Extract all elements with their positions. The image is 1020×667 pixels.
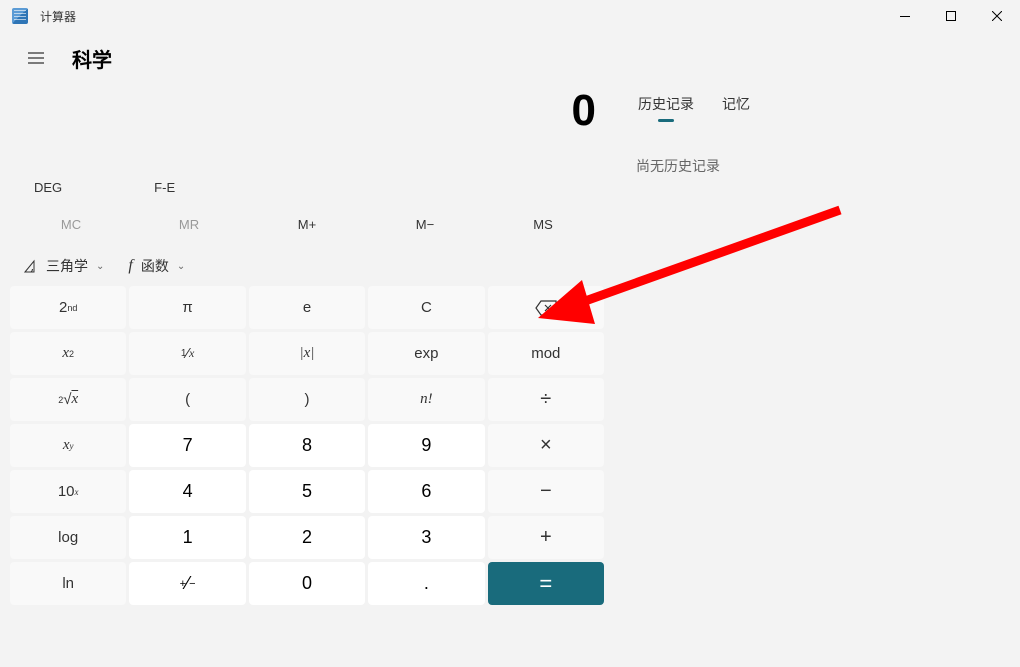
display-result: 0 bbox=[18, 86, 596, 136]
function-dropdown[interactable]: f 函数 ⌄ bbox=[128, 256, 185, 276]
trig-dropdown[interactable]: 三角学 ⌄ bbox=[24, 256, 104, 276]
tab-history[interactable]: 历史记录 bbox=[636, 88, 696, 120]
sidebar-tabs: 历史记录 记忆 bbox=[630, 88, 1004, 120]
key-1[interactable]: 1 bbox=[129, 516, 245, 559]
key-factorial[interactable]: n! bbox=[368, 378, 484, 421]
memory-recall[interactable]: MR bbox=[130, 207, 248, 242]
trig-label: 三角学 bbox=[46, 256, 88, 276]
memory-store[interactable]: MS bbox=[484, 207, 602, 242]
display: 0 bbox=[4, 76, 610, 136]
key-backspace[interactable] bbox=[488, 286, 604, 329]
key-lparen[interactable]: ( bbox=[129, 378, 245, 421]
app-title: 计算器 bbox=[40, 8, 76, 25]
key-6[interactable]: 6 bbox=[368, 470, 484, 513]
titlebar-left: 计算器 bbox=[12, 8, 76, 25]
deg-toggle[interactable]: DEG bbox=[18, 174, 78, 201]
key-second[interactable]: 2nd bbox=[10, 286, 126, 329]
memory-clear[interactable]: MC bbox=[12, 207, 130, 242]
key-7[interactable]: 7 bbox=[129, 424, 245, 467]
key-2[interactable]: 2 bbox=[249, 516, 365, 559]
key-exp[interactable]: exp bbox=[368, 332, 484, 375]
fe-toggle[interactable]: F-E bbox=[138, 174, 191, 201]
key-9[interactable]: 9 bbox=[368, 424, 484, 467]
key-add[interactable]: + bbox=[488, 516, 604, 559]
key-decimal[interactable]: . bbox=[368, 562, 484, 605]
menu-button[interactable] bbox=[16, 40, 56, 76]
key-3[interactable]: 3 bbox=[368, 516, 484, 559]
window-controls bbox=[882, 0, 1020, 32]
toggle-row: DEG F-E bbox=[4, 168, 610, 207]
key-subtract[interactable]: − bbox=[488, 470, 604, 513]
key-rparen[interactable]: ) bbox=[249, 378, 365, 421]
key-log[interactable]: log bbox=[10, 516, 126, 559]
key-xpowy[interactable]: xy bbox=[10, 424, 126, 467]
key-pi[interactable]: π bbox=[129, 286, 245, 329]
function-label: 函数 bbox=[141, 256, 169, 276]
key-mod[interactable]: mod bbox=[488, 332, 604, 375]
key-sqrt[interactable]: 2√x bbox=[10, 378, 126, 421]
function-row: 三角学 ⌄ f 函数 ⌄ bbox=[4, 242, 610, 286]
key-8[interactable]: 8 bbox=[249, 424, 365, 467]
memory-row: MC MR M+ M− MS bbox=[4, 207, 610, 242]
key-ln[interactable]: ln bbox=[10, 562, 126, 605]
key-clear[interactable]: C bbox=[368, 286, 484, 329]
key-tenpowx[interactable]: 10x bbox=[10, 470, 126, 513]
memory-plus[interactable]: M+ bbox=[248, 207, 366, 242]
fx-icon: f bbox=[128, 257, 132, 275]
backspace-icon bbox=[535, 300, 557, 316]
key-abs[interactable]: |x| bbox=[249, 332, 365, 375]
calculator-area: 0 DEG F-E MC MR M+ M− MS 三角学 ⌄ f bbox=[0, 76, 614, 611]
key-multiply[interactable]: × bbox=[488, 424, 604, 467]
key-4[interactable]: 4 bbox=[129, 470, 245, 513]
chevron-down-icon: ⌄ bbox=[177, 261, 185, 272]
mode-title: 科学 bbox=[72, 44, 112, 73]
maximize-button[interactable] bbox=[928, 0, 974, 32]
close-button[interactable] bbox=[974, 0, 1020, 32]
chevron-down-icon: ⌄ bbox=[96, 261, 104, 272]
key-divide[interactable]: ÷ bbox=[488, 378, 604, 421]
key-e[interactable]: e bbox=[249, 286, 365, 329]
titlebar: 计算器 bbox=[0, 0, 1020, 32]
sidebar: 历史记录 记忆 尚无历史记录 bbox=[614, 76, 1020, 611]
tab-memory[interactable]: 记忆 bbox=[720, 88, 752, 120]
key-square[interactable]: x2 bbox=[10, 332, 126, 375]
angle-icon bbox=[24, 259, 38, 273]
key-0[interactable]: 0 bbox=[249, 562, 365, 605]
minimize-button[interactable] bbox=[882, 0, 928, 32]
header-row: 科学 bbox=[0, 32, 1020, 76]
key-equals[interactable]: = bbox=[488, 562, 604, 605]
key-reciprocal[interactable]: 1⁄x bbox=[129, 332, 245, 375]
memory-minus[interactable]: M− bbox=[366, 207, 484, 242]
history-empty-message: 尚无历史记录 bbox=[630, 120, 1004, 212]
key-plusminus[interactable]: +⁄− bbox=[129, 562, 245, 605]
keypad: 2nd π e C x2 1⁄x |x| exp mod 2√x ( ) n! … bbox=[4, 286, 610, 611]
app-icon bbox=[12, 8, 28, 24]
main-area: 0 DEG F-E MC MR M+ M− MS 三角学 ⌄ f bbox=[0, 76, 1020, 611]
key-5[interactable]: 5 bbox=[249, 470, 365, 513]
